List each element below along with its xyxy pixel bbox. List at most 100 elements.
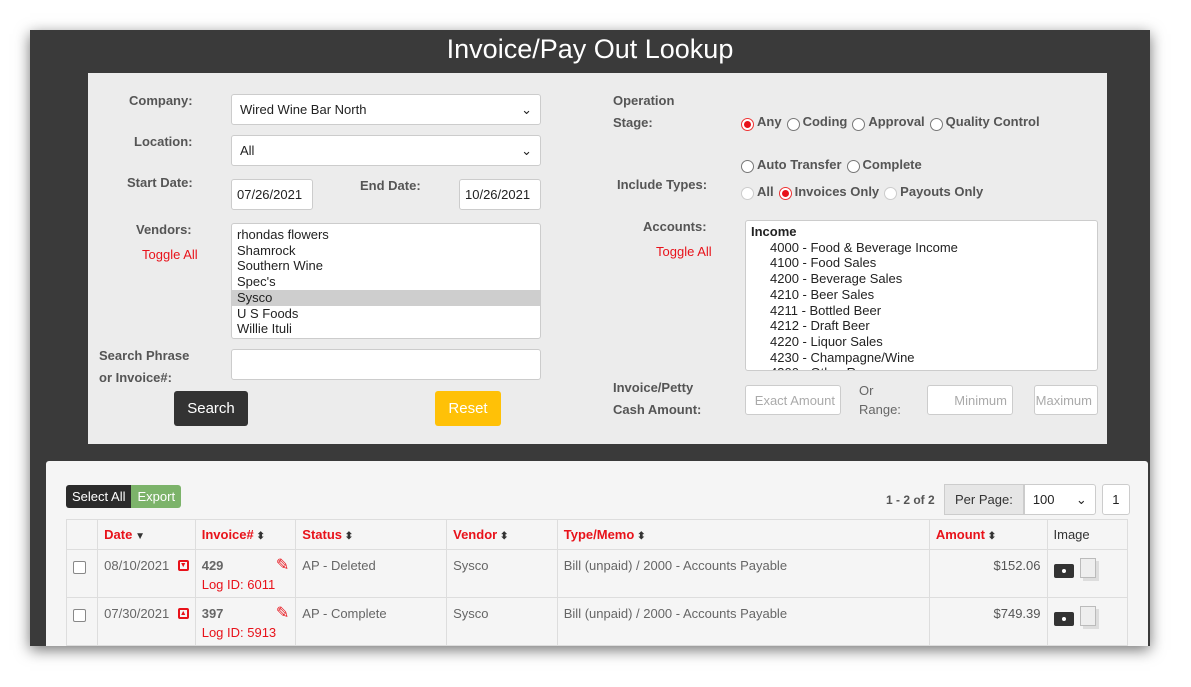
search-phrase-input[interactable] (231, 349, 541, 380)
memo-cell: Bill (unpaid) / 2000 - Accounts Payable (556, 549, 930, 598)
sort-icon: ⬍ (497, 531, 509, 542)
radio-coding[interactable]: Coding (786, 102, 847, 142)
sort-icon: ⬍ (253, 531, 265, 542)
radio-invoices-only[interactable]: Invoices Only (778, 184, 879, 200)
maximum-input[interactable]: Maximum (1034, 385, 1098, 415)
row-checkbox[interactable] (73, 561, 86, 574)
radio-approval[interactable]: Approval (852, 102, 925, 142)
column-status[interactable]: Status ⬍ (295, 519, 448, 550)
amount-cell: $152.06 (928, 549, 1048, 598)
chevron-down-icon: ⌄ (521, 101, 532, 117)
invoice-cell: 429 Log ID: 6011 ✎ (194, 549, 297, 598)
accounts-toggle-all[interactable]: Toggle All (656, 244, 712, 259)
page-number[interactable]: 1 (1101, 484, 1130, 515)
exact-amount-input[interactable]: Exact Amount (745, 385, 841, 415)
reset-button[interactable]: Reset (435, 391, 501, 426)
op-stage-label-1: Operation (613, 93, 675, 108)
radio-circle-icon (741, 117, 754, 131)
radio-any[interactable]: Any (741, 102, 782, 142)
vendor-cell: Sysco (446, 597, 558, 646)
radio-circle-icon (852, 117, 866, 131)
vendor-option[interactable]: rhondas flowers (232, 227, 540, 243)
vendors-list[interactable]: rhondas flowers Shamrock Southern Wine Spec… (231, 223, 541, 339)
range-label: Range: (859, 402, 901, 417)
invoice-cell: 397 Log ID: 5913 ✎ (194, 597, 297, 646)
radio-circle-icon (778, 187, 792, 200)
location-select[interactable]: All ⌄ (231, 135, 541, 166)
location-label: Location: (134, 134, 193, 149)
company-select[interactable]: Wired Wine Bar North ⌄ (231, 94, 541, 125)
vendor-option[interactable]: Shamrock (232, 243, 540, 259)
collapse-down-icon[interactable]: ▼ (177, 560, 189, 571)
copy-icon[interactable] (1079, 558, 1096, 578)
camera-icon[interactable] (1053, 564, 1074, 578)
search-form: Company: Wired Wine Bar North ⌄ Location:… (88, 73, 1107, 444)
account-option[interactable]: 4212 - Draft Beer (746, 318, 1097, 334)
account-option[interactable]: 4300 - Other Revenue (746, 365, 1097, 370)
column-date[interactable]: Date ▼ (97, 519, 196, 550)
radio-payouts-only[interactable]: Payouts Only (884, 184, 983, 200)
sort-desc-icon: ▼ (132, 531, 146, 542)
page-title: Invoice/Pay Out Lookup (446, 34, 734, 64)
chevron-down-icon: ⌄ (1075, 491, 1087, 507)
column-label: Type/Memo (563, 527, 635, 542)
radio-circle-icon (884, 187, 898, 200)
radio-all[interactable]: All (741, 184, 774, 200)
column-typememo[interactable]: Type/Memo ⬍ (556, 519, 930, 550)
radio-label: Approval (868, 114, 925, 129)
column-label: Date (104, 527, 133, 542)
pencil-icon[interactable]: ✎ (276, 603, 289, 623)
company-value: Wired Wine Bar North (240, 102, 367, 117)
status-cell: AP - Deleted (295, 549, 448, 598)
copy-icon[interactable] (1079, 606, 1096, 626)
sort-icon: ⬍ (342, 531, 354, 542)
row-checkbox[interactable] (73, 609, 86, 622)
vendor-option[interactable]: U S Foods (232, 306, 540, 322)
accounts-list[interactable]: Income 4000 - Food & Beverage Income 4100 … (745, 220, 1098, 371)
location-value: All (240, 143, 255, 158)
start-date-input[interactable]: 07/26/2021 (231, 179, 313, 210)
row-select-cell (65, 597, 99, 646)
radio-circle-icon (741, 160, 754, 173)
account-option[interactable]: 4000 - Food & Beverage Income (746, 240, 1097, 256)
column-invoice[interactable]: Invoice# ⬍ (194, 519, 297, 550)
per-page-label: Per Page: (944, 484, 1024, 515)
per-page-value: 100 (1032, 492, 1055, 507)
account-option[interactable]: 4100 - Food Sales (746, 255, 1097, 271)
account-option[interactable]: 4220 - Liquor Sales (746, 334, 1097, 350)
minimum-input[interactable]: Minimum (927, 385, 1013, 415)
vendor-option[interactable]: Southern Wine (232, 258, 540, 274)
column-vendor[interactable]: Vendor ⬍ (446, 519, 558, 550)
end-date-input[interactable]: 10/26/2021 (459, 179, 541, 210)
status-cell: AP - Complete (295, 597, 448, 646)
image-cell (1046, 549, 1128, 598)
start-date-label: Start Date: (127, 175, 193, 190)
radio-complete[interactable]: Complete (846, 145, 922, 185)
search-button[interactable]: Search (174, 391, 248, 426)
table-row: 08/10/2021 ▼ 429 Log ID: 6011 ✎ AP - Delete… (65, 549, 1128, 598)
radio-auto-transfer[interactable]: Auto Transfer (741, 145, 842, 185)
account-option[interactable]: 4211 - Bottled Beer (746, 303, 1097, 319)
pencil-icon[interactable]: ✎ (276, 555, 289, 575)
collapse-up-icon[interactable]: ▲ (177, 608, 189, 619)
end-date-label: End Date: (360, 178, 421, 193)
per-page-select[interactable]: 100 ⌄ (1023, 484, 1096, 515)
vendor-option[interactable]: Willie Ituli (232, 321, 540, 337)
vendor-option[interactable]: Sysco (232, 289, 540, 306)
column-image[interactable]: Image (1046, 519, 1128, 550)
search-label-1: Search Phrase (99, 348, 190, 363)
account-option[interactable]: 4200 - Beverage Sales (746, 271, 1097, 287)
radio-circle-icon (846, 160, 860, 173)
camera-icon[interactable] (1053, 612, 1074, 626)
account-group-income: Income (751, 224, 797, 239)
vendors-toggle-all[interactable]: Toggle All (142, 247, 198, 262)
account-option[interactable]: 4230 - Champagne/Wine (746, 350, 1097, 366)
export-button[interactable]: Export (131, 485, 182, 508)
select-all-button[interactable]: Select All (66, 485, 132, 508)
results-table: Date ▼ Invoice# ⬍ Status ⬍ Vendor ⬍ Type/Mem… (65, 519, 1128, 646)
company-label: Company: (129, 93, 193, 108)
vendor-option[interactable]: Spec's (232, 274, 540, 290)
account-option[interactable]: 4210 - Beer Sales (746, 287, 1097, 303)
column-amount[interactable]: Amount ⬍ (928, 519, 1048, 550)
radio-quality-control[interactable]: Quality Control (929, 102, 1040, 142)
